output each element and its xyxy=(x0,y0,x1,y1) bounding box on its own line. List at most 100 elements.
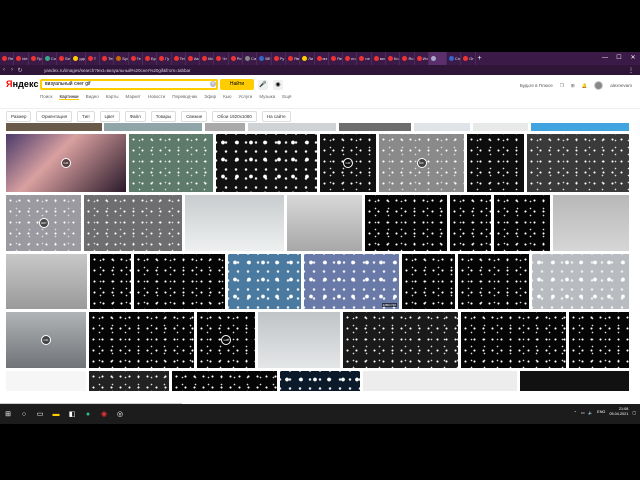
filter-dropdown[interactable]: Тип xyxy=(77,110,95,122)
image-tile[interactable] xyxy=(494,195,550,251)
app-icon[interactable]: ◎ xyxy=(112,404,128,424)
microphone-icon[interactable]: 🎤 xyxy=(258,80,268,90)
filter-dropdown[interactable]: Обои 1920x1080 xyxy=(212,110,257,122)
service-link[interactable]: Переводчик xyxy=(172,94,197,100)
image-tile[interactable] xyxy=(205,123,245,131)
browser-tab[interactable]: Яв xyxy=(286,52,301,65)
browser-tab[interactable]: Ли xyxy=(300,52,315,65)
image-tile[interactable] xyxy=(531,123,629,131)
menu-icon[interactable]: ⋮ xyxy=(628,67,634,74)
browser-tab[interactable]: Гу xyxy=(157,52,172,65)
image-tile[interactable] xyxy=(532,254,629,309)
service-link[interactable]: Кью xyxy=(223,94,231,100)
browser-tab[interactable]: Ге xyxy=(129,52,143,65)
image-tile[interactable] xyxy=(185,195,284,251)
file-explorer-icon[interactable]: ▬ xyxy=(48,404,64,424)
image-tile[interactable] xyxy=(89,371,169,391)
image-tile[interactable] xyxy=(402,254,455,309)
browser-tab[interactable]: ми xyxy=(372,52,387,65)
browser-tab[interactable]: Тех xyxy=(100,52,115,65)
clock[interactable]: 21:08 05.04.2021 xyxy=(609,407,628,417)
browser-tab[interactable]: Мо xyxy=(200,52,215,65)
image-tile[interactable] xyxy=(569,312,629,368)
volume-icon[interactable]: 🔈 xyxy=(588,410,593,415)
browser-tab[interactable]: Т xyxy=(86,52,101,65)
image-tile[interactable]: 1280×720 xyxy=(304,254,399,309)
maximize-icon[interactable]: ☐ xyxy=(612,52,626,65)
image-tile[interactable] xyxy=(461,312,566,368)
task-view-icon[interactable]: ▭ xyxy=(32,404,48,424)
store-icon[interactable]: ◧ xyxy=(64,404,80,424)
search-icon[interactable]: ○ xyxy=(16,404,32,424)
image-tile[interactable] xyxy=(287,195,362,251)
notification-bell-icon[interactable]: 🔔 xyxy=(582,83,588,89)
service-link[interactable]: Карты xyxy=(106,94,119,100)
service-link[interactable]: Маркет xyxy=(126,94,141,100)
browser-tab[interactable]: Буз xyxy=(114,52,129,65)
browser-tab[interactable]: Ко xyxy=(386,52,401,65)
image-tile[interactable] xyxy=(248,123,336,131)
image-tile[interactable] xyxy=(280,371,360,391)
filter-dropdown[interactable]: Файл xyxy=(124,110,146,122)
browser-tab[interactable]: Бе xyxy=(57,52,72,65)
service-link[interactable]: Новости xyxy=(148,94,165,100)
close-icon[interactable]: ✕ xyxy=(626,52,640,65)
image-tile[interactable] xyxy=(89,312,194,368)
image-tile[interactable] xyxy=(520,371,629,391)
search-input[interactable]: визуальный снег gif xyxy=(40,79,218,90)
language-indicator[interactable]: ENG xyxy=(597,410,605,414)
browser-tab[interactable]: Чт xyxy=(214,52,229,65)
browser-tab[interactable]: Сп xyxy=(447,52,462,65)
forward-icon[interactable]: › xyxy=(8,67,16,73)
image-tile[interactable] xyxy=(216,134,317,192)
filter-dropdown[interactable]: Размер xyxy=(6,110,32,122)
image-tile[interactable]: GIF xyxy=(6,195,81,251)
browser-tab[interactable]: Gr xyxy=(461,52,476,65)
url-field[interactable]: yandex.ru/images/search?text=визуальный%… xyxy=(44,68,191,73)
image-tile[interactable] xyxy=(553,195,629,251)
filter-dropdown[interactable]: Ориентация xyxy=(36,110,73,122)
image-tile[interactable] xyxy=(6,254,87,309)
notifications-icon[interactable]: ▢ xyxy=(632,410,636,415)
service-link[interactable]: Услуги xyxy=(238,94,252,100)
filter-dropdown[interactable]: На сайте xyxy=(261,110,291,122)
image-tile[interactable]: GIF xyxy=(197,312,255,368)
service-link[interactable]: Поиск xyxy=(40,94,52,100)
image-tile[interactable] xyxy=(228,254,301,309)
browser-tab[interactable]: но xyxy=(343,52,358,65)
image-tile[interactable] xyxy=(134,254,225,309)
browser-tab[interactable]: Ру xyxy=(272,52,286,65)
back-icon[interactable]: ‹ xyxy=(0,67,8,73)
username[interactable]: alexnevam xyxy=(610,83,632,88)
image-tile[interactable] xyxy=(104,123,202,131)
browser-tab[interactable]: Яо xyxy=(400,52,415,65)
clear-search-icon[interactable]: × xyxy=(210,81,216,87)
yandex-logo[interactable]: Яндекс xyxy=(6,79,39,89)
avatar[interactable] xyxy=(594,81,604,90)
network-icon[interactable]: ▭ xyxy=(581,410,585,415)
image-tile[interactable] xyxy=(527,134,629,192)
image-tile[interactable] xyxy=(343,312,458,368)
image-tile[interactable] xyxy=(365,195,447,251)
browser-tab[interactable]: BE xyxy=(257,52,272,65)
image-tile[interactable] xyxy=(258,312,340,368)
image-tile[interactable]: GIF xyxy=(320,134,376,192)
filter-dropdown[interactable]: Свежие xyxy=(181,110,208,122)
image-tile[interactable] xyxy=(129,134,213,192)
new-tab-button[interactable]: + xyxy=(478,55,482,62)
browser-tab[interactable] xyxy=(428,52,447,65)
find-button[interactable]: Найти xyxy=(220,79,254,90)
image-tile[interactable] xyxy=(450,195,491,251)
image-tile[interactable]: GIF xyxy=(379,134,464,192)
browser-tab[interactable]: Ин xyxy=(415,52,429,65)
image-tile[interactable]: GIF xyxy=(6,134,126,192)
service-link[interactable]: Эфир xyxy=(204,94,216,100)
service-link[interactable]: Видео xyxy=(86,94,99,100)
browser-tab[interactable]: мэ xyxy=(315,52,329,65)
plus-link[interactable]: Будьте в Плюсе xyxy=(520,83,553,88)
browser-tab[interactable]: Яе xyxy=(329,52,344,65)
windows-start-icon[interactable]: ⊞ xyxy=(0,404,16,424)
browser-tab[interactable]: Бро xyxy=(143,52,158,65)
browser-tab[interactable]: ide xyxy=(14,52,29,65)
yandex-browser-icon[interactable]: ◉ xyxy=(96,404,112,424)
